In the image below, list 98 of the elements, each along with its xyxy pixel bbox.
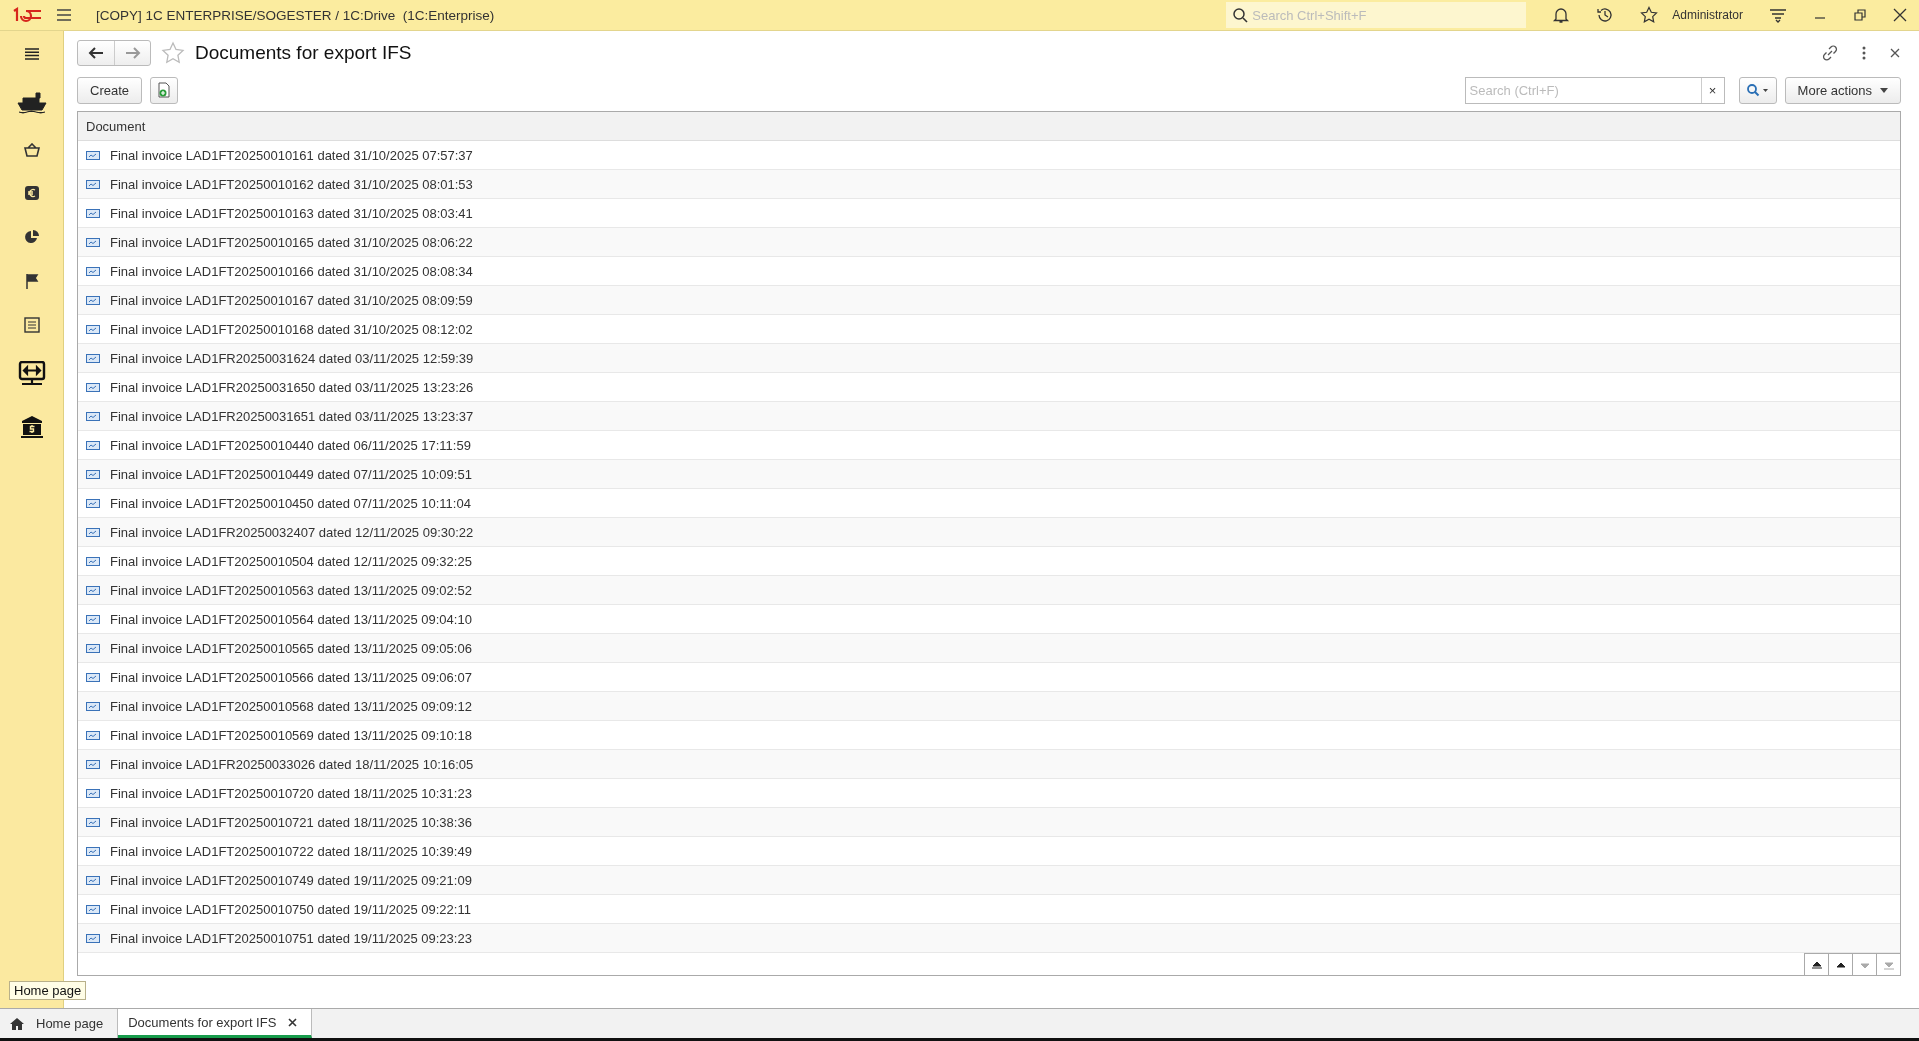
document-icon [86,324,100,334]
favorite-star-icon[interactable] [161,41,185,65]
table-cell[interactable]: Final invoice LAD1FT20250010449 dated 07/11/2025 10:09:51 [110,466,472,482]
table-cell[interactable]: Final invoice LAD1FT20250010566 dated 13/11/2025 09:06:07 [110,669,472,685]
document-icon [86,788,100,798]
table-cell[interactable]: Final invoice LAD1FT20250010750 dated 19/11/2025 09:22:11 [110,901,471,917]
table-cell[interactable]: Final invoice LAD1FT20250010166 dated 31/10/2025 08:08:34 [110,263,473,279]
previous-page-button[interactable] [1828,953,1852,975]
table-cell[interactable]: Final invoice LAD1FR20250033026 dated 18/11/2025 10:16:05 [110,756,474,772]
monitor-arrows-icon[interactable] [17,361,46,387]
right-arrow-icon [124,47,141,59]
document-icon [86,585,100,595]
table-cell[interactable]: Final invoice LAD1FR20250032407 dated 12/11/2025 09:30:22 [110,524,474,540]
document-icon [86,266,100,276]
document-icon [86,556,100,566]
table-cell[interactable]: Final invoice LAD1FT20250010569 dated 13/11/2025 09:10:18 [110,727,472,743]
table-cell[interactable]: Final invoice LAD1FT20250010568 dated 13/11/2025 09:09:12 [110,698,472,714]
open-tab[interactable]: Documents for export IFS [118,1009,313,1038]
table-cell[interactable]: Final invoice LAD1FR20250031624 dated 03/11/2025 12:59:39 [110,350,474,366]
table-cell[interactable]: Final invoice LAD1FT20250010167 dated 31/10/2025 08:09:59 [110,292,473,308]
table-cell[interactable]: Final invoice LAD1FT20250010751 dated 19/11/2025 09:23:23 [110,930,472,946]
document-icon [86,643,100,653]
document-icon [86,817,100,827]
document-icon [86,498,100,508]
search-dropdown-icon [1745,83,1770,97]
table-cell[interactable]: Final invoice LAD1FT20250010162 dated 31/10/2025 08:01:53 [110,176,473,192]
document-icon [86,295,100,305]
table-cell[interactable]: Final invoice LAD1FT20250010565 dated 13/11/2025 09:05:06 [110,640,472,656]
document-icon [86,237,100,247]
document-icon [86,208,100,218]
document-icon [86,875,100,885]
document-icon [86,846,100,856]
document-icon [86,382,100,392]
document-icon [86,150,100,160]
euro-icon[interactable] [23,185,40,201]
document-icon [86,353,100,363]
pie-chart-icon[interactable] [23,229,40,245]
table-cell[interactable]: Final invoice LAD1FT20250010450 dated 07/11/2025 10:11:04 [110,495,471,511]
document-icon [86,672,100,682]
menu-icon[interactable] [23,47,40,61]
table-cell[interactable]: Final invoice LAD1FT20250010440 dated 06/11/2025 17:11:59 [110,437,471,453]
left-arrow-icon [88,47,104,59]
settings-list-icon[interactable] [23,317,40,333]
document-icon [86,614,100,624]
close-icon[interactable] [1893,8,1907,22]
filter-menu-icon[interactable] [1769,7,1787,23]
restore-icon[interactable] [1853,8,1867,22]
table-cell[interactable]: Final invoice LAD1FT20250010168 dated 31/10/2025 08:12:02 [110,321,473,337]
ship-icon[interactable] [15,89,48,115]
user-name[interactable]: Administrator [1672,8,1743,22]
document-icon [86,904,100,914]
clear-search-button[interactable]: × [1700,77,1724,103]
table-cell[interactable]: Final invoice LAD1FT20250010722 dated 18/11/2025 10:39:49 [110,843,472,859]
link-icon[interactable] [1821,44,1839,62]
logo-icon [12,7,42,23]
table-cell[interactable]: Final invoice LAD1FT20250010564 dated 13/11/2025 09:04:10 [110,611,472,627]
form-title: Documents for export IFS [195,42,412,64]
search-field[interactable]: Search (Ctrl+F) × [1464,76,1725,104]
create-button[interactable]: Create [77,76,143,104]
first-page-button[interactable] [1804,953,1828,975]
document-icon [86,701,100,711]
document-icon [86,440,100,450]
bell-icon[interactable] [1552,6,1571,24]
table-cell[interactable]: Final invoice LAD1FR20250031651 dated 03/11/2025 13:23:37 [110,408,474,424]
more-vertical-icon[interactable] [1861,45,1867,61]
history-icon[interactable] [1596,6,1615,24]
bank-dollar-icon[interactable] [19,415,44,439]
document-icon [86,411,100,421]
table-cell[interactable]: Final invoice LAD1FT20250010720 dated 18/11/2025 10:31:23 [110,785,472,801]
document-icon [86,759,100,769]
add-document-button[interactable] [150,76,179,104]
document-plus-icon [157,82,172,98]
star-icon[interactable] [1640,6,1659,24]
table-cell[interactable]: Final invoice LAD1FT20250010749 dated 19/11/2025 09:21:09 [110,872,472,888]
table-cell[interactable]: Final invoice LAD1FT20250010504 dated 12/11/2025 09:32:25 [110,553,472,569]
search-options-button[interactable] [1738,76,1777,104]
document-icon [86,730,100,740]
table-cell[interactable]: Final invoice LAD1FT20250010163 dated 31/10/2025 08:03:41 [110,205,473,221]
document-icon [86,933,100,943]
close-icon[interactable] [288,1017,298,1027]
table-cell[interactable]: Final invoice LAD1FR20250031650 dated 03/11/2025 13:23:26 [110,379,474,395]
more-actions-button[interactable]: More actions [1784,76,1901,104]
flag-icon[interactable] [24,273,39,289]
document-icon [86,179,100,189]
table-cell[interactable]: Final invoice LAD1FT20250010563 dated 13/11/2025 09:02:52 [110,582,472,598]
caret-icon [1880,87,1888,93]
home-icon [10,1017,24,1030]
global-search-field[interactable]: Search Ctrl+Shift+F [1226,2,1527,28]
table-cell[interactable]: Final invoice LAD1FT20250010161 dated 31/10/2025 07:57:37 [110,147,473,163]
close-icon[interactable] [1889,47,1901,59]
document-icon [86,469,100,479]
window-title: [COPY] 1C ENTERPRISE/SOGESTER / 1C:Drive (1C:Enterprise) [96,7,495,23]
tooltip: Home page [9,981,87,1000]
document-icon [86,527,100,537]
table-cell[interactable]: Final invoice LAD1FT20250010165 dated 31/10/2025 08:06:22 [110,234,473,250]
table-cell[interactable]: Final invoice LAD1FT20250010721 dated 18/11/2025 10:38:36 [110,814,472,830]
column-header[interactable]: Document [86,118,146,134]
basket-icon[interactable] [23,143,40,157]
